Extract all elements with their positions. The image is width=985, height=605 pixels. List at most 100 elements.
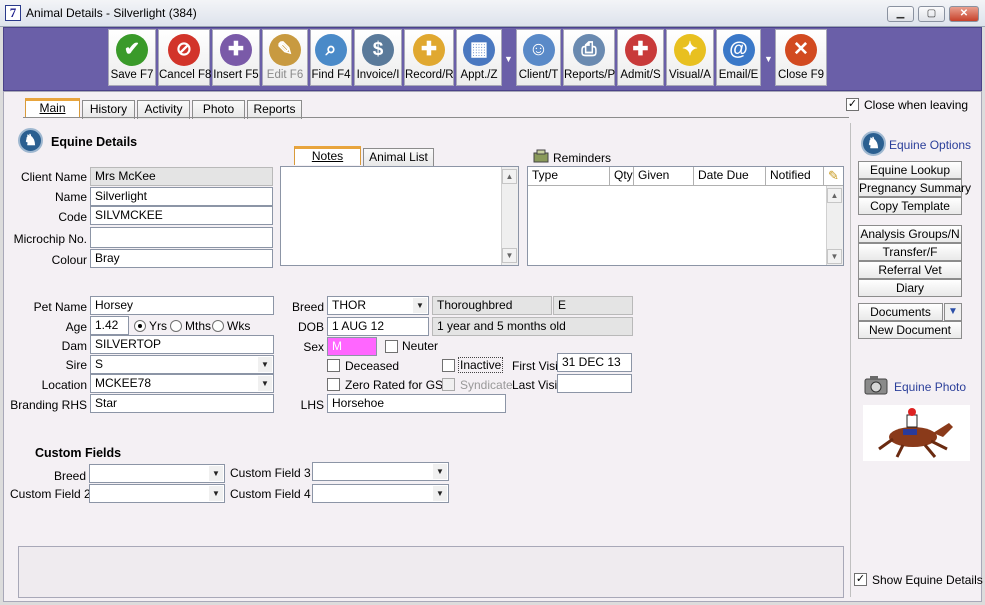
dam-label: Dam bbox=[61, 339, 87, 353]
reports-toolbar-button[interactable]: ⎙ Reports/P bbox=[563, 29, 615, 86]
reminders-scroll-down-icon[interactable]: ▼ bbox=[827, 249, 842, 264]
invoice-toolbar-button[interactable]: $ Invoice/I bbox=[354, 29, 402, 86]
diary-button[interactable]: Diary bbox=[858, 279, 962, 297]
show-details-checkbox[interactable]: ✓ bbox=[854, 573, 867, 586]
notes-textarea[interactable] bbox=[280, 166, 519, 266]
copy-template-button[interactable]: Copy Template bbox=[858, 197, 962, 215]
documents-dropdown-icon[interactable]: ▼ bbox=[944, 303, 962, 321]
custom-fields-title: Custom Fields bbox=[35, 446, 122, 460]
chevron-down-icon[interactable]: ▼ bbox=[433, 464, 447, 479]
visual-toolbar-button[interactable]: ✦ Visual/A bbox=[666, 29, 714, 86]
sex-label: Sex bbox=[303, 340, 324, 354]
check-icon: ✔ bbox=[116, 34, 148, 66]
code-field[interactable]: SILVMCKEE bbox=[90, 206, 273, 225]
maximize-button[interactable]: ▢ bbox=[918, 6, 945, 22]
pregnancy-summary-button[interactable]: Pregnancy Summary bbox=[858, 179, 971, 197]
scroll-down-icon[interactable]: ▼ bbox=[502, 248, 517, 263]
close-when-leaving-checkbox[interactable]: ✓ bbox=[846, 98, 859, 111]
inactive-checkbox[interactable] bbox=[442, 359, 455, 372]
neuter-label: Neuter bbox=[402, 339, 439, 353]
chevron-down-icon[interactable]: ▼ bbox=[209, 486, 223, 501]
client-name-label: Client Name bbox=[20, 170, 87, 184]
record-toolbar-button[interactable]: ✚ Record/R bbox=[404, 29, 454, 86]
col-date-due[interactable]: Date Due bbox=[694, 167, 766, 185]
scroll-up-icon[interactable]: ▲ bbox=[502, 169, 517, 184]
custom-field-4-combo[interactable]: ▼ bbox=[312, 484, 449, 503]
age-field[interactable]: 1.42 bbox=[90, 316, 129, 335]
close-toolbar-button[interactable]: ✕ Close F9 bbox=[775, 29, 827, 86]
chevron-down-icon[interactable]: ▼ bbox=[433, 486, 447, 501]
colour-field[interactable]: Bray bbox=[90, 249, 273, 268]
custom-field-3-combo[interactable]: ▼ bbox=[312, 462, 449, 481]
age-months-radio[interactable] bbox=[170, 320, 182, 332]
breed-code: THOR bbox=[332, 298, 366, 312]
name-label: Name bbox=[54, 190, 87, 204]
admit-animal-icon: ✚ bbox=[624, 34, 657, 66]
age-weeks-radio[interactable] bbox=[212, 320, 224, 332]
chevron-down-icon[interactable]: ▼ bbox=[209, 466, 223, 481]
dob-field[interactable]: 1 AUG 12 bbox=[327, 317, 429, 336]
reminders-table[interactable]: Type Qty Given Date Due Notified ✎ ▲ ▼ bbox=[527, 166, 844, 266]
dam-field[interactable]: SILVERTOP bbox=[90, 335, 274, 354]
status-panel bbox=[18, 546, 844, 598]
zero-rated-checkbox[interactable] bbox=[327, 378, 340, 391]
referral-vet-button[interactable]: Referral Vet bbox=[858, 261, 962, 279]
pet-name-label: Pet Name bbox=[33, 300, 87, 314]
camera-icon bbox=[864, 374, 888, 396]
last-visit-field[interactable] bbox=[557, 374, 632, 393]
custom-field-2-combo[interactable]: ▼ bbox=[89, 484, 225, 503]
appt-toolbar-button[interactable]: ▦ Appt./Z bbox=[456, 29, 502, 86]
documents-button[interactable]: Documents bbox=[858, 303, 943, 321]
name-field[interactable]: Silverlight bbox=[90, 187, 273, 206]
email-dropdown-arrow[interactable]: ▼ bbox=[764, 54, 773, 64]
age-years-label: Yrs bbox=[149, 319, 167, 333]
chevron-down-icon[interactable]: ▼ bbox=[413, 298, 427, 313]
chevron-down-icon[interactable]: ▼ bbox=[258, 376, 272, 391]
branding-field[interactable]: Star bbox=[90, 394, 274, 413]
edit-toolbar-button[interactable]: ✎ Edit F6 bbox=[262, 29, 308, 86]
find-toolbar-button[interactable]: ⌕ Find F4 bbox=[310, 29, 352, 86]
email-toolbar-button[interactable]: @ Email/E bbox=[716, 29, 761, 86]
pet-name-field[interactable]: Horsey bbox=[90, 296, 274, 315]
reminders-icon bbox=[533, 149, 549, 163]
last-visit-label: Last Visit bbox=[512, 378, 561, 392]
deceased-checkbox[interactable] bbox=[327, 359, 340, 372]
reminders-scroll-up-icon[interactable]: ▲ bbox=[827, 188, 842, 203]
col-given[interactable]: Given bbox=[634, 167, 694, 185]
first-visit-field[interactable]: 31 DEC 13 bbox=[557, 353, 632, 372]
save-toolbar-button[interactable]: ✔ Save F7 bbox=[108, 29, 156, 86]
tab-notes[interactable]: Notes bbox=[294, 146, 361, 165]
insert-page-icon: ✚ bbox=[220, 34, 252, 66]
age-years-radio[interactable] bbox=[134, 320, 146, 332]
sex-field[interactable]: M bbox=[327, 337, 377, 356]
new-document-button[interactable]: New Document bbox=[858, 321, 962, 339]
col-notified[interactable]: Notified bbox=[766, 167, 824, 185]
equine-lookup-button[interactable]: Equine Lookup bbox=[858, 161, 962, 179]
tab-main[interactable]: Main bbox=[25, 98, 80, 117]
close-x-icon: ✕ bbox=[785, 34, 817, 66]
admit-toolbar-button[interactable]: ✚ Admit/S bbox=[617, 29, 664, 86]
cancel-toolbar-button[interactable]: ⊘ Cancel F8 bbox=[158, 29, 211, 86]
custom-breed-combo[interactable]: ▼ bbox=[89, 464, 225, 483]
sire-combo[interactable]: S ▼ bbox=[90, 355, 274, 374]
appt-dropdown-arrow[interactable]: ▼ bbox=[504, 54, 513, 64]
equine-photo-title: Equine Photo bbox=[894, 380, 967, 394]
breed-combo[interactable]: THOR ▼ bbox=[327, 296, 429, 315]
chevron-down-icon[interactable]: ▼ bbox=[258, 357, 272, 372]
minimize-button[interactable]: ▁ bbox=[887, 6, 914, 22]
analysis-groups-button[interactable]: Analysis Groups/N bbox=[858, 225, 962, 243]
pencil-icon[interactable]: ✎ bbox=[824, 167, 843, 185]
age-label: Age bbox=[65, 320, 87, 334]
neuter-checkbox[interactable] bbox=[385, 340, 398, 353]
microchip-field[interactable] bbox=[90, 227, 273, 248]
transfer-button[interactable]: Transfer/F bbox=[858, 243, 962, 261]
col-type[interactable]: Type bbox=[528, 167, 610, 185]
tab-animal-list[interactable]: Animal List bbox=[363, 148, 434, 167]
insert-toolbar-button[interactable]: ✚ Insert F5 bbox=[212, 29, 260, 86]
breed-class-field: E bbox=[553, 296, 633, 315]
lhs-field[interactable]: Horsehoe bbox=[327, 394, 506, 413]
col-qty[interactable]: Qty bbox=[610, 167, 634, 185]
location-combo[interactable]: MCKEE78 ▼ bbox=[90, 374, 274, 393]
window-close-button[interactable]: ✕ bbox=[949, 6, 979, 22]
client-toolbar-button[interactable]: ☺ Client/T bbox=[516, 29, 561, 86]
